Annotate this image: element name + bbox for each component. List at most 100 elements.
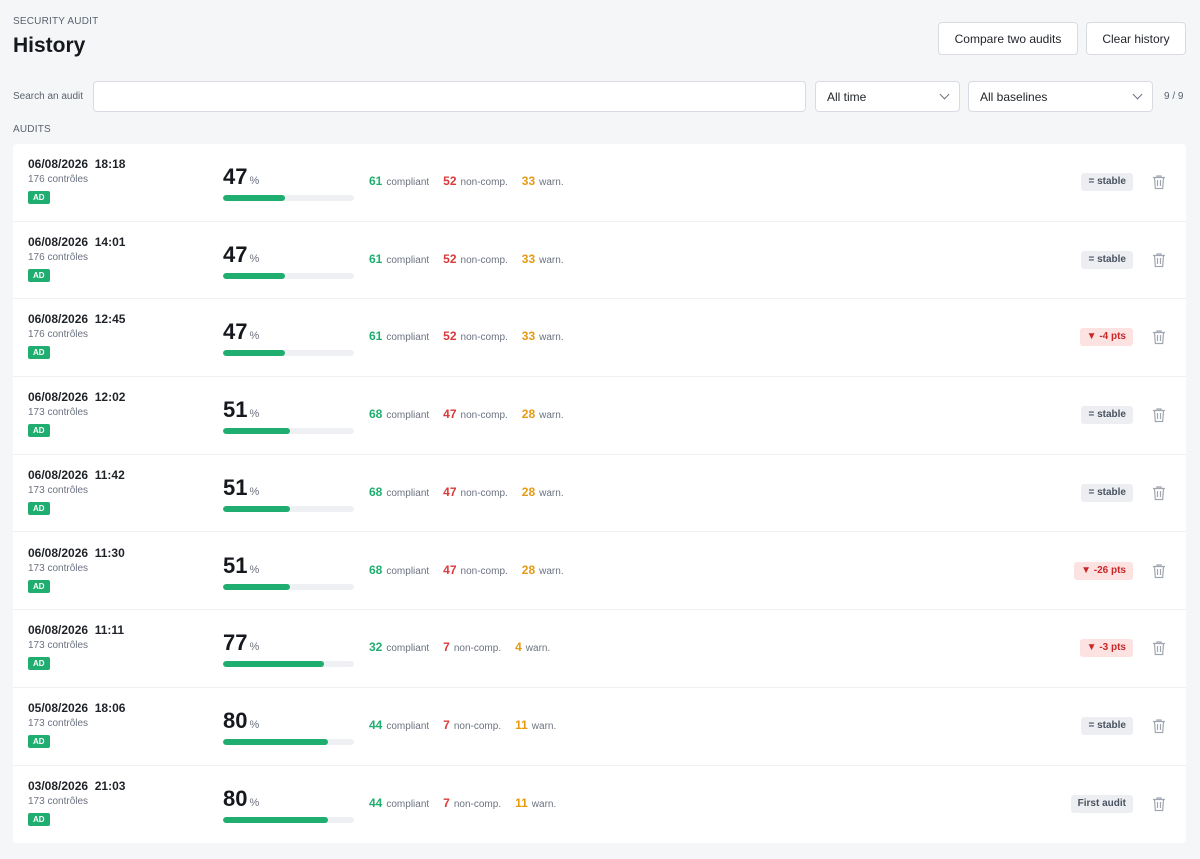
score-progress-fill	[223, 428, 290, 435]
trash-icon[interactable]	[1152, 640, 1166, 656]
noncompliant-count: 52	[443, 329, 457, 344]
trash-icon[interactable]	[1152, 407, 1166, 423]
compliant-stat: 61 compliant	[369, 174, 429, 188]
audit-row[interactable]: 06/08/2026 18:18 176 contrôles AD 47 % 6…	[13, 144, 1186, 222]
noncompliant-label: non-comp.	[460, 332, 508, 344]
compliant-label: compliant	[386, 720, 430, 732]
baseline-tag: AD	[28, 734, 50, 748]
trend-badge: = stable	[1081, 173, 1133, 191]
score-progress-fill	[223, 738, 328, 745]
time-filter-select[interactable]: All time	[815, 81, 960, 112]
audit-date: 06/08/2026 11:30	[28, 545, 125, 560]
audit-row[interactable]: 03/08/2026 21:03 173 contrôles AD 80 % 4…	[13, 766, 1186, 844]
score-value: 80	[223, 785, 248, 811]
compliant-count: 68	[369, 562, 383, 577]
audit-row[interactable]: 06/08/2026 12:45 176 contrôles AD 47 % 6…	[13, 299, 1186, 378]
audit-controls-count: 176 contrôles	[28, 251, 89, 263]
baseline-tag: AD	[28, 501, 50, 515]
warning-count: 11	[515, 717, 528, 732]
baseline-filter-select[interactable]: All baselines	[968, 81, 1153, 112]
noncompliant-stat: 52 non-comp.	[443, 174, 508, 188]
noncompliant-count: 7	[443, 795, 450, 810]
clear-history-button[interactable]: Clear history	[1086, 22, 1186, 55]
audit-controls-count: 173 contrôles	[28, 717, 89, 729]
score-progress-fill	[223, 272, 285, 279]
trend-badge: = stable	[1081, 406, 1133, 425]
audit-controls-count: 173 contrôles	[28, 640, 89, 652]
score-progress-bar	[223, 661, 354, 668]
score-value: 47	[223, 164, 248, 189]
compare-audits-button[interactable]: Compare two audits	[938, 22, 1078, 55]
score-progress-fill	[223, 195, 285, 201]
audit-row[interactable]: 06/08/2026 11:42 173 contrôles AD 51 % 6…	[13, 455, 1186, 533]
noncompliant-stat: 7 non-comp.	[443, 640, 501, 654]
warning-label: warn.	[539, 410, 564, 422]
warning-label: warn.	[539, 254, 564, 266]
noncompliant-count: 47	[443, 562, 457, 577]
audit-score: 47 %	[223, 242, 259, 268]
baseline-tag: AD	[28, 191, 50, 204]
score-progress-fill	[223, 661, 324, 668]
audit-stats: 68 compliant 47 non-comp. 28 warn.	[369, 407, 578, 421]
compliant-label: compliant	[386, 643, 430, 655]
audit-date: 05/08/2026 18:06	[28, 700, 126, 715]
warning-stat: 28 warn.	[522, 407, 564, 421]
trash-icon[interactable]	[1152, 563, 1166, 579]
chevron-down-icon	[939, 89, 950, 100]
audit-row[interactable]: 06/08/2026 12:02 173 contrôles AD 51 % 6…	[13, 377, 1186, 455]
audit-score: 51 %	[223, 553, 259, 579]
audit-row[interactable]: 06/08/2026 14:01 176 contrôles AD 47 % 6…	[13, 222, 1186, 300]
trend-badge: = stable	[1081, 250, 1133, 269]
audit-controls-count: 173 contrôles	[28, 407, 89, 419]
trend-badge: ▼ -26 pts	[1074, 561, 1133, 580]
audit-row[interactable]: 06/08/2026 11:11 173 contrôles AD 77 % 3…	[13, 610, 1186, 688]
compliant-count: 61	[369, 251, 383, 266]
audit-date: 06/08/2026 12:02	[28, 390, 126, 405]
noncompliant-label: non-comp.	[460, 254, 508, 266]
warning-stat: 28 warn.	[522, 563, 564, 577]
noncompliant-count: 47	[443, 407, 457, 422]
baseline-tag: AD	[28, 579, 50, 593]
warning-count: 11	[515, 795, 528, 810]
score-value: 51	[223, 397, 248, 423]
warning-count: 28	[521, 562, 536, 577]
warning-stat: 4 warn.	[515, 640, 550, 654]
warning-stat: 33 warn.	[522, 329, 564, 343]
baseline-tag: AD	[28, 346, 50, 360]
score-unit: %	[249, 563, 260, 576]
compliant-stat: 32 compliant	[369, 640, 429, 654]
score-unit: %	[249, 175, 260, 187]
baseline-tag: AD	[28, 424, 50, 438]
score-progress-bar	[223, 195, 354, 201]
compliant-stat: 68 compliant	[369, 563, 429, 577]
audit-row[interactable]: 05/08/2026 18:06 173 contrôles AD 80 % 4…	[13, 688, 1186, 766]
audit-score: 47 %	[223, 164, 259, 190]
score-value: 80	[223, 707, 248, 733]
warning-stat: 28 warn.	[522, 485, 564, 499]
score-progress-fill	[223, 505, 290, 512]
score-value: 47	[223, 319, 248, 345]
audit-score: 51 %	[223, 397, 259, 423]
audit-stats: 32 compliant 7 non-comp. 4 warn.	[369, 640, 564, 654]
audit-date: 03/08/2026 21:03	[28, 778, 126, 793]
compliant-count: 68	[369, 484, 383, 499]
score-progress-bar	[223, 583, 354, 590]
trash-icon[interactable]	[1152, 718, 1166, 734]
noncompliant-label: non-comp.	[453, 798, 502, 810]
trash-icon[interactable]	[1152, 485, 1166, 501]
trash-icon[interactable]	[1152, 174, 1166, 190]
noncompliant-stat: 52 non-comp.	[443, 329, 508, 343]
audit-date: 06/08/2026 18:18	[28, 157, 126, 171]
compliant-label: compliant	[386, 177, 430, 188]
audit-row[interactable]: 06/08/2026 11:30 173 contrôles AD 51 % 6…	[13, 533, 1186, 611]
trash-icon[interactable]	[1152, 796, 1166, 812]
audit-controls-count: 176 contrôles	[28, 174, 89, 185]
search-input[interactable]	[93, 81, 806, 112]
audit-score: 80 %	[223, 786, 259, 812]
trend-badge: = stable	[1081, 716, 1133, 735]
compliant-label: compliant	[386, 410, 430, 422]
noncompliant-stat: 7 non-comp.	[443, 718, 501, 732]
compliant-label: compliant	[386, 254, 430, 266]
trash-icon[interactable]	[1152, 252, 1166, 268]
trash-icon[interactable]	[1152, 329, 1166, 345]
